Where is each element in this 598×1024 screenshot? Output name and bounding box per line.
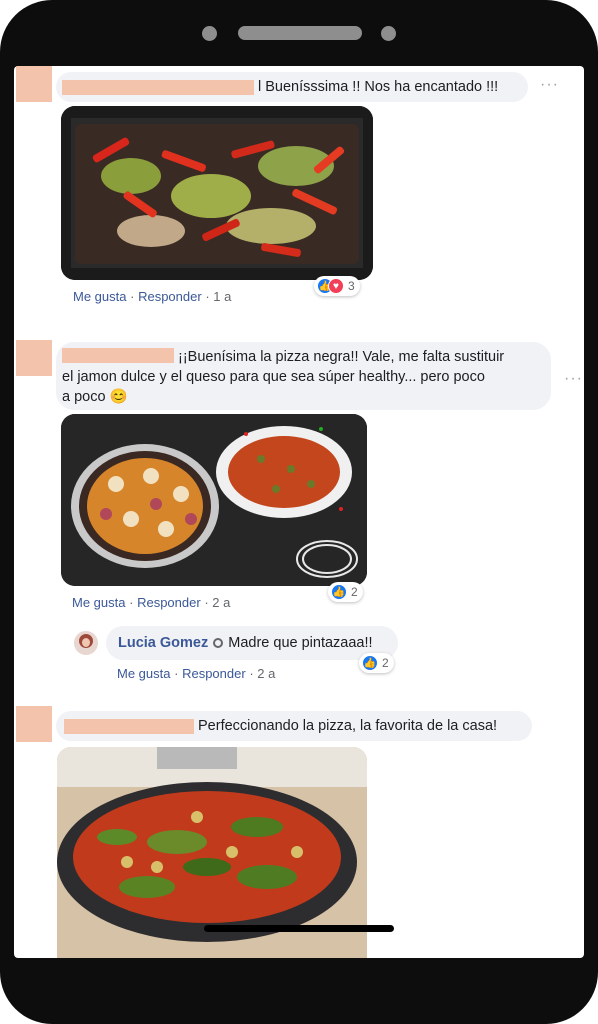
reaction-count: 2 (382, 656, 389, 670)
speaker-grille (238, 26, 362, 40)
comment-text: l Buenísssima !! Nos ha encantado !!! (258, 79, 499, 95)
avatar[interactable] (74, 631, 98, 655)
sensor-dot (381, 26, 396, 41)
comment-actions: Me gusta · Responder · 1 a (73, 289, 231, 304)
timestamp[interactable]: 2 a (212, 595, 230, 610)
timestamp[interactable]: 2 a (257, 666, 275, 681)
comment-text-line-1: ¡¡Buenísima la pizza negra!! Vale, me fa… (178, 349, 505, 365)
avatar[interactable] (16, 340, 52, 376)
comment-photo[interactable] (61, 106, 373, 280)
reply-bubble: Lucia Gomez Madre que pintazaaa!! (106, 626, 398, 660)
comment-text: Perfeccionando la pizza, la favorita de … (198, 718, 498, 734)
separator: · (249, 666, 254, 681)
timestamp[interactable]: 1 a (213, 289, 231, 304)
reactions-summary[interactable]: 👍 2 (328, 582, 363, 602)
comment-actions: Me gusta · Responder · 2 a (72, 595, 230, 610)
reply-link[interactable]: Responder (182, 666, 246, 681)
home-indicator[interactable] (204, 925, 394, 932)
redacted-author-name (64, 718, 194, 734)
comment-text-line-3: a poco (62, 389, 106, 405)
camera-dot (202, 26, 217, 41)
redacted-author-name (62, 79, 254, 95)
more-options-icon[interactable]: ··· (564, 370, 583, 388)
separator: · (174, 666, 179, 681)
like-link[interactable]: Me gusta (117, 666, 170, 681)
phone-frame: l Buenísssima !! Nos ha encantado !!! ··… (0, 0, 598, 1024)
screen: l Buenísssima !! Nos ha encantado !!! ··… (14, 66, 584, 958)
more-options-icon[interactable]: ··· (540, 76, 559, 94)
comment-bubble: Perfeccionando la pizza, la favorita de … (56, 711, 532, 741)
like-link[interactable]: Me gusta (73, 289, 126, 304)
avatar[interactable] (16, 66, 52, 102)
reaction-count: 3 (348, 279, 355, 293)
reaction-count: 2 (351, 585, 358, 599)
reply-link[interactable]: Responder (138, 289, 202, 304)
smile-emoji-icon: 😊 (109, 389, 128, 405)
comment-photo[interactable] (61, 414, 367, 586)
reply-link[interactable]: Responder (137, 595, 201, 610)
reply-actions: Me gusta · Responder · 2 a (117, 666, 275, 681)
avatar[interactable] (16, 706, 52, 742)
like-link[interactable]: Me gusta (72, 595, 125, 610)
profile-badge-icon (213, 638, 224, 648)
reactions-summary[interactable]: 👍 ♥ 3 (314, 276, 360, 296)
like-icon: 👍 (362, 655, 378, 671)
separator: · (130, 289, 135, 304)
comment-bubble: l Buenísssima !! Nos ha encantado !!! (56, 72, 528, 102)
love-icon: ♥ (328, 278, 344, 294)
reply-author[interactable]: Lucia Gomez (118, 633, 208, 653)
separator: · (205, 289, 210, 304)
separator: · (204, 595, 209, 610)
redacted-author-name (62, 348, 174, 363)
comment-text-line-2: el jamon dulce y el queso para que sea s… (62, 369, 485, 385)
like-icon: 👍 (331, 584, 347, 600)
reply-text: Madre que pintazaaa!! (228, 635, 373, 651)
reactions-summary[interactable]: 👍 2 (359, 653, 394, 673)
comment-bubble: ¡¡Buenísima la pizza negra!! Vale, me fa… (56, 342, 551, 410)
separator: · (129, 595, 134, 610)
